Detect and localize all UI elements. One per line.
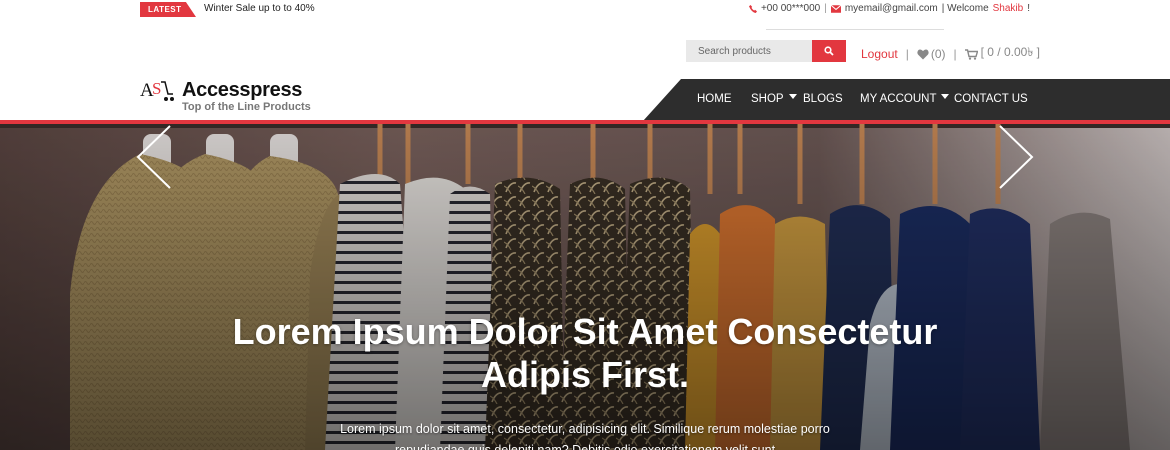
news-ticker[interactable]: Winter Sale up to to 40% (204, 3, 315, 14)
nav-label: SHOP (751, 93, 784, 105)
search-button[interactable] (812, 40, 846, 62)
hero-title-line: Lorem Ipsum Dolor Sit Amet Consectetur (232, 311, 938, 352)
heart-icon (917, 48, 929, 59)
nav-item-blogs[interactable]: BLOGS (803, 93, 843, 105)
phone-icon (748, 4, 757, 13)
nav-label: CONTACT US (954, 93, 1028, 105)
hero-description: Lorem ipsum dolor sit amet, consectetur,… (0, 419, 1170, 450)
separator: | (953, 47, 957, 61)
cart-icon (964, 48, 978, 60)
brand-tagline: Top of the Line Products (182, 101, 311, 113)
hero-text-line: Lorem ipsum dolor sit amet, consectetur,… (340, 422, 830, 436)
caret-down-icon (788, 94, 797, 100)
divider (766, 29, 944, 30)
nav-label: MY ACCOUNT (860, 93, 937, 105)
search-input[interactable] (686, 40, 812, 62)
caret-down-icon (941, 94, 950, 100)
envelope-icon (830, 4, 841, 13)
hero-title-line: Adipis First. (480, 354, 690, 395)
nav-item-contact-us[interactable]: CONTACT US (954, 93, 1028, 105)
hero-slider: Lorem Ipsum Dolor Sit Amet Consectetur A… (0, 124, 1170, 450)
cart-summary: [ 0 / 0.00৳ ] (980, 45, 1040, 59)
brand-name[interactable]: Accesspress (182, 79, 302, 102)
separator: | (824, 3, 827, 14)
welcome-text: | Welcome (941, 3, 989, 14)
welcome-suffix: ! (1027, 3, 1030, 14)
nav-item-shop[interactable]: SHOP (751, 93, 797, 105)
nav-label: HOME (697, 93, 732, 105)
svg-text:S: S (152, 79, 161, 98)
nav-label: BLOGS (803, 93, 843, 105)
latest-badge: LATEST (140, 2, 196, 17)
hero-background-image (0, 124, 1170, 450)
wishlist-link[interactable]: (0) (917, 47, 946, 61)
chevron-right-icon[interactable] (996, 124, 1036, 190)
logo-icon[interactable]: A S (140, 78, 174, 104)
cart-link[interactable]: [ 0 / 0.00৳ ] (964, 44, 1040, 64)
top-bar: LATEST Winter Sale up to to 40% +00 00**… (0, 0, 1170, 20)
hero-text-line: repudiandae quis deleniti nam? Debitis o… (394, 443, 776, 450)
chevron-left-icon[interactable] (134, 124, 174, 190)
search-form (686, 40, 846, 62)
separator: | (905, 47, 909, 61)
search-icon (824, 46, 834, 56)
username-link[interactable]: Shakib (993, 3, 1024, 14)
phone-number[interactable]: +00 00***000 (761, 3, 820, 14)
logout-link[interactable]: Logout (861, 47, 898, 61)
contact-info: +00 00***000 | myemail@gmail.com | Welco… (748, 3, 1030, 14)
nav-item-my-account[interactable]: MY ACCOUNT (860, 93, 950, 105)
email-link[interactable]: myemail@gmail.com (845, 3, 938, 14)
wishlist-count: (0) (930, 47, 946, 61)
account-utilities: Logout | (0) | [ 0 / 0.00৳ ] (861, 44, 1040, 64)
nav-item-home[interactable]: HOME (697, 93, 732, 105)
hero-title: Lorem Ipsum Dolor Sit Amet Consectetur A… (0, 310, 1170, 396)
